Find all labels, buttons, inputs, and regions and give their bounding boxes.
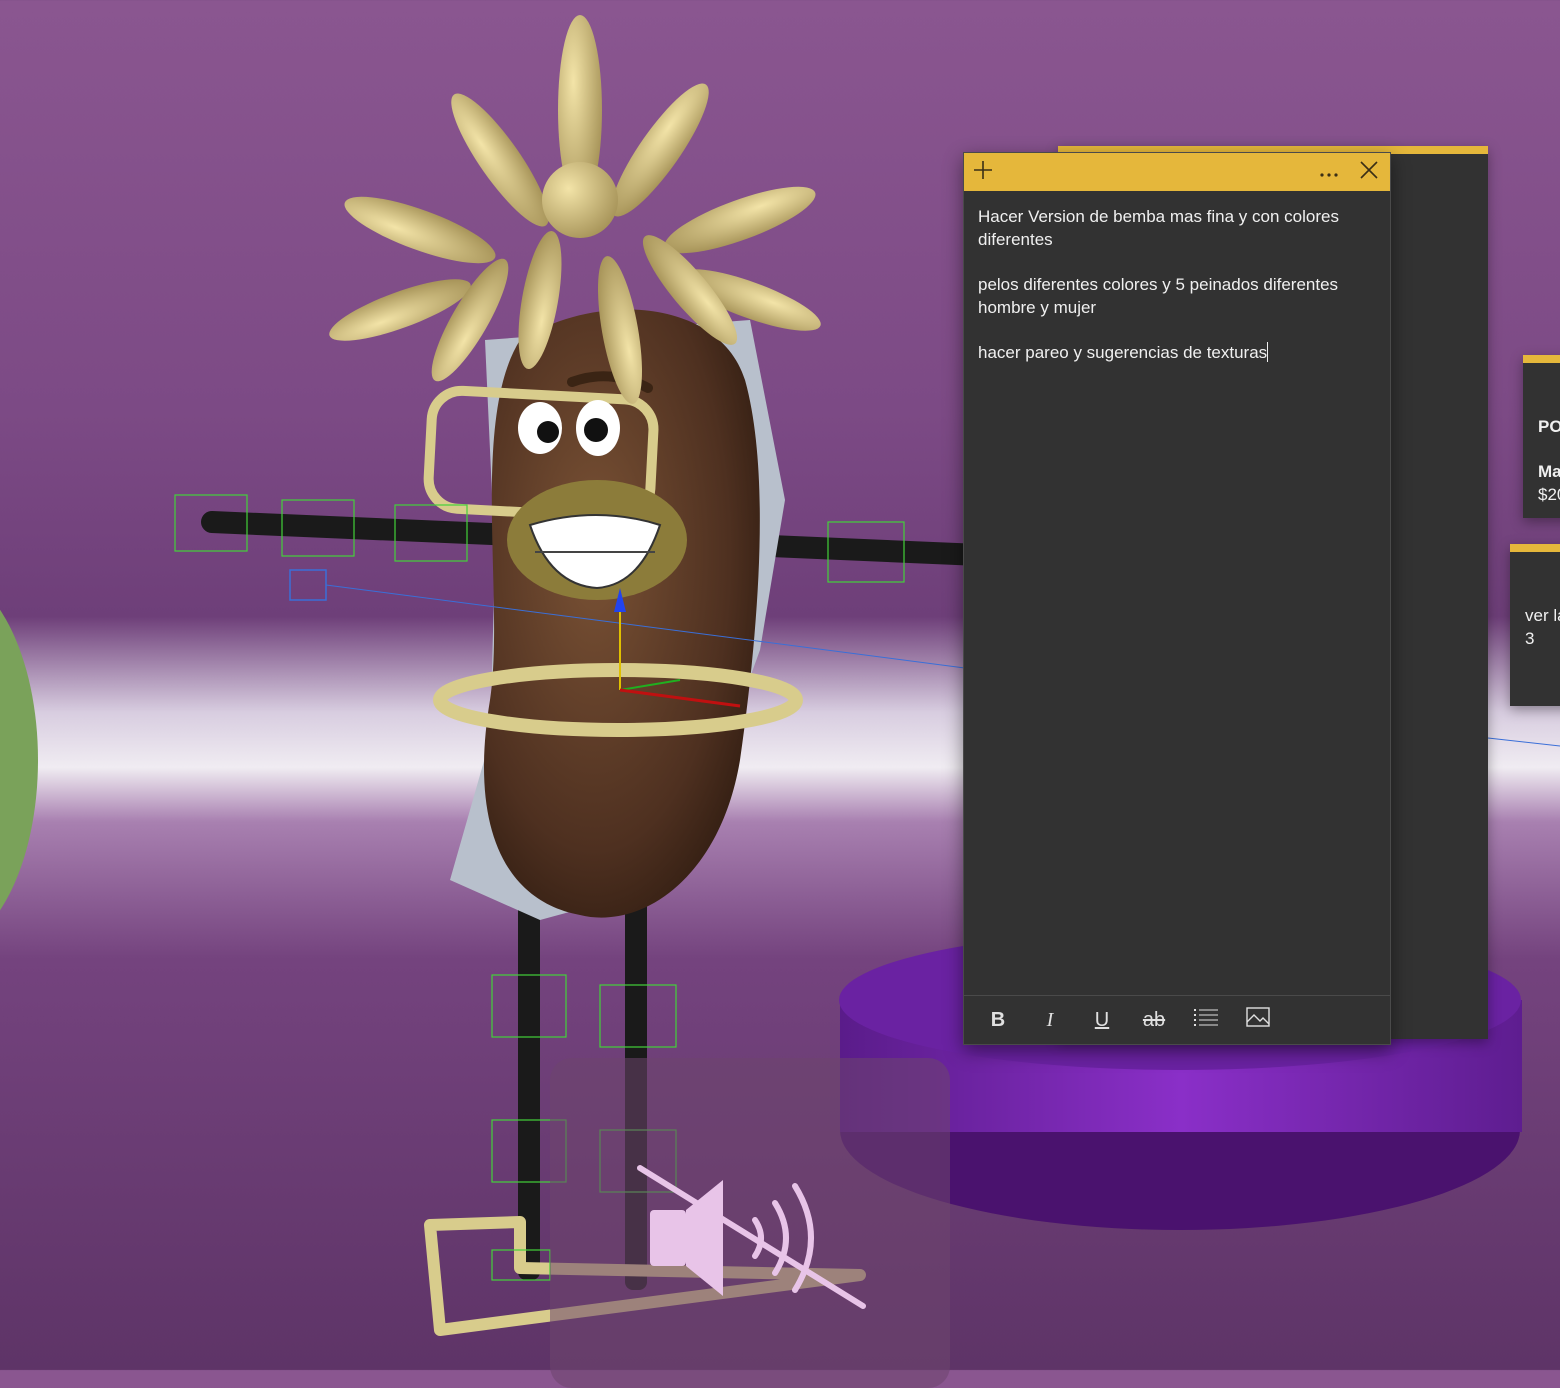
note-header[interactable] [964, 153, 1390, 191]
underline-button[interactable]: U [1076, 1000, 1128, 1040]
format-toolbar: B I U ab [964, 995, 1390, 1044]
note-line: $20 [1538, 485, 1560, 504]
note-heading: PO [1538, 417, 1560, 436]
menu-button[interactable] [1310, 153, 1348, 191]
green-sphere [0, 609, 38, 911]
text-caret [1267, 342, 1269, 362]
close-button[interactable] [1350, 153, 1388, 191]
bulleted-list-button[interactable] [1180, 1000, 1232, 1040]
insert-image-button[interactable] [1232, 1000, 1284, 1040]
plus-icon [973, 160, 993, 184]
note-line: hacer pareo y sugerencias de texturas [978, 342, 1269, 362]
strikethrough-button[interactable]: ab [1128, 1000, 1180, 1040]
note-line: 3 [1525, 629, 1535, 648]
bulleted-list-icon [1194, 1008, 1218, 1032]
note-line: Hacer Version de bemba mas fina y con co… [978, 207, 1344, 249]
note-line: ver la [1525, 606, 1560, 625]
image-icon [1246, 1007, 1270, 1033]
close-icon [1360, 161, 1378, 183]
note-line: Ma [1538, 462, 1560, 481]
note-line: pelos diferentes colores y 5 peinados di… [978, 275, 1343, 317]
volume-mute-overlay [550, 1058, 950, 1388]
sticky-note-side[interactable]: ver la 3 [1510, 544, 1560, 706]
italic-button[interactable]: I [1024, 1000, 1076, 1040]
bold-button[interactable]: B [972, 1000, 1024, 1040]
sticky-note[interactable]: Hacer Version de bemba mas fina y con co… [963, 152, 1391, 1045]
sticky-note-side[interactable]: PO Ma $20 [1523, 355, 1560, 518]
note-text-area[interactable]: Hacer Version de bemba mas fina y con co… [964, 191, 1390, 364]
new-note-button[interactable] [964, 153, 1002, 191]
more-icon [1319, 163, 1339, 182]
